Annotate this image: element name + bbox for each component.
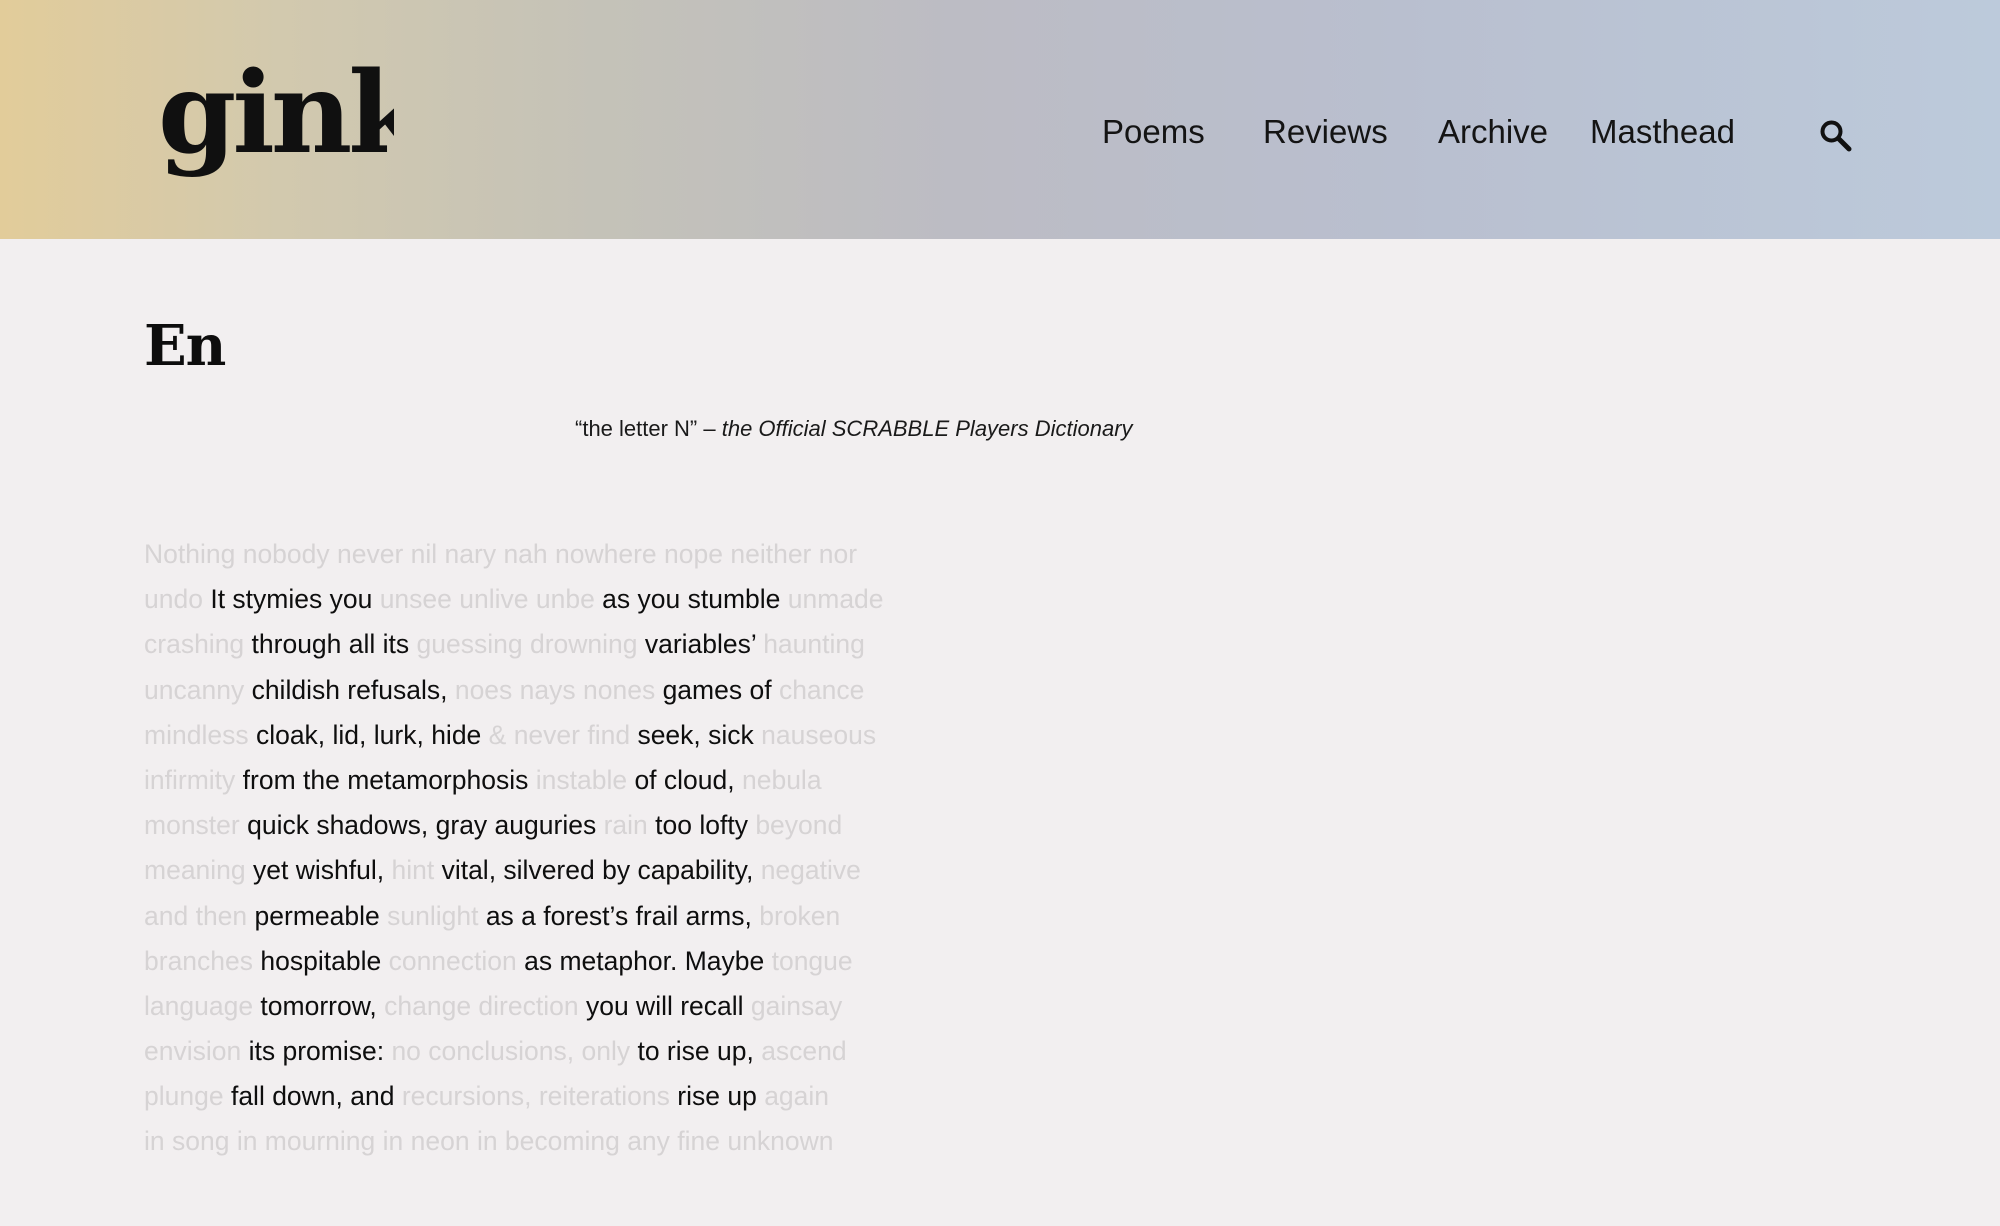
- poem-erased-text: Nothing nobody never nil nary nah nowher…: [144, 539, 858, 569]
- poem-erased-text: haunting: [763, 629, 865, 660]
- site-header: gink Poems Reviews Archive Masthead: [0, 0, 2000, 239]
- poem-visible-text: fall down, and: [230, 1081, 402, 1112]
- nav-masthead[interactable]: Masthead: [1590, 108, 1735, 156]
- poem-erased-text: mindless: [144, 719, 256, 750]
- poem-line: mindless cloak, lid, lurk, hide & never …: [144, 713, 964, 758]
- poem-visible-text: its promise:: [248, 1036, 392, 1067]
- poem-visible-text: from the metamorphosis: [242, 764, 536, 795]
- poem-erased-text: again: [764, 1081, 830, 1112]
- svg-text:gink: gink: [158, 48, 394, 179]
- poem-visible-text: through all its: [251, 629, 417, 660]
- poem-visible-text: seek, sick: [637, 719, 762, 750]
- epigraph-source: the Official SCRABBLE Players Dictionary: [721, 416, 1133, 441]
- poem-erased-text: change direction: [384, 990, 586, 1021]
- poem-visible-text: variables’: [644, 629, 764, 660]
- poem-erased-text: rain: [603, 810, 656, 841]
- poem-erased-text: branches: [144, 945, 261, 976]
- poem-line: envision its promise: no conclusions, on…: [144, 1029, 964, 1074]
- poem-erased-text: monster: [144, 810, 248, 841]
- poem-erased-text: guessing drowning: [416, 629, 645, 660]
- poem-line: uncanny childish refusals, noes nays non…: [144, 668, 964, 713]
- poem-erased-text: ascend: [761, 1036, 847, 1067]
- poem-erased-text: plunge: [144, 1081, 231, 1112]
- poem-erased-text: hint: [391, 855, 442, 886]
- poem-erased-text: tongue: [771, 945, 853, 976]
- poem-visible-text: yet wishful,: [253, 855, 392, 886]
- poem-line: undo It stymies you unsee unlive unbe as…: [144, 577, 964, 622]
- poem-erased-text: undo: [144, 584, 211, 615]
- poem-erased-text: connection: [388, 945, 525, 976]
- poem-erased-text: broken: [759, 900, 841, 931]
- poem-erased-text: envision: [144, 1036, 249, 1067]
- poem-erased-text: beyond: [755, 810, 843, 841]
- poem-visible-text: rise up: [677, 1081, 765, 1112]
- poem-visible-text: you will recall: [585, 990, 751, 1021]
- epigraph: “the letter N” – the Official SCRABBLE P…: [575, 412, 1133, 446]
- nav-poems[interactable]: Poems: [1102, 108, 1205, 156]
- poem-line: Nothing nobody never nil nary nah nowher…: [144, 532, 964, 577]
- poem-line: in song in mourning in neon in becoming …: [144, 1119, 964, 1164]
- poem-line: language tomorrow, change direction you …: [144, 984, 964, 1029]
- poem-line: branches hospitable connection as metaph…: [144, 939, 964, 984]
- poem-visible-text: childish refusals,: [251, 674, 455, 705]
- poem-erased-text: language: [144, 990, 261, 1021]
- poem-visible-text: of cloud,: [634, 764, 742, 795]
- poem-visible-text: permeable: [254, 900, 388, 931]
- poem-line: plunge fall down, and recursions, reiter…: [144, 1074, 964, 1119]
- poem-erased-text: noes nays nones: [454, 674, 663, 705]
- poem-erased-text: in song in mourning in neon in becoming …: [144, 1126, 834, 1157]
- poem-erased-text: & never find: [488, 719, 638, 750]
- nav-archive[interactable]: Archive: [1438, 108, 1548, 156]
- poem-line: crashing through all its guessing drowni…: [144, 622, 964, 667]
- epigraph-quote: “the letter N” –: [575, 416, 722, 441]
- poem-erased-text: sunlight: [387, 900, 486, 931]
- poem-visible-text: to rise up,: [637, 1036, 762, 1067]
- poem-erased-text: nebula: [741, 764, 822, 795]
- poem-line: and then permeable sunlight as a forest’…: [144, 894, 964, 939]
- poem-visible-text: as metaphor. Maybe: [524, 945, 772, 976]
- poem-visible-text: cloak, lid, lurk, hide: [255, 719, 489, 750]
- poem-visible-text: tomorrow,: [260, 990, 385, 1021]
- poem-erased-text: unsee unlive unbe: [379, 584, 603, 615]
- search-icon[interactable]: [1818, 118, 1854, 154]
- poem-visible-text: too lofty: [655, 810, 756, 841]
- nav-reviews[interactable]: Reviews: [1263, 108, 1388, 156]
- poem-visible-text: quick shadows, gray auguries: [247, 810, 604, 841]
- poem-erased-text: infirmity: [144, 764, 243, 795]
- page-title: En: [144, 313, 226, 379]
- poem-visible-text: vital, silvered by capability,: [441, 855, 761, 886]
- poem-erased-text: crashing: [144, 629, 252, 660]
- poem-line: meaning yet wishful, hint vital, silvere…: [144, 848, 964, 893]
- poem-erased-text: and then: [144, 900, 255, 931]
- poem-erased-text: uncanny: [144, 674, 252, 705]
- poem-erased-text: gainsay: [750, 990, 843, 1021]
- poem-visible-text: as a forest’s frail arms,: [485, 900, 760, 931]
- poem-visible-text: hospitable: [260, 945, 389, 976]
- poem-visible-text: games of: [662, 674, 779, 705]
- poem-visible-text: as you stumble: [602, 584, 788, 615]
- poem: Nothing nobody never nil nary nah nowher…: [144, 532, 964, 1165]
- site-logo[interactable]: gink: [154, 40, 394, 190]
- poem-visible-text: It stymies you: [210, 584, 380, 615]
- poem-erased-text: instable: [535, 764, 635, 795]
- poem-line: infirmity from the metamorphosis instabl…: [144, 758, 964, 803]
- poem-line: monster quick shadows, gray auguries rai…: [144, 803, 964, 848]
- poem-erased-text: chance: [778, 674, 865, 705]
- poem-erased-text: recursions, reiterations: [401, 1081, 678, 1112]
- poem-erased-text: nauseous: [761, 719, 877, 750]
- poem-erased-text: unmade: [787, 584, 884, 615]
- poem-erased-text: no conclusions, only: [391, 1036, 638, 1067]
- poem-erased-text: negative: [760, 855, 861, 886]
- poem-erased-text: meaning: [144, 855, 254, 886]
